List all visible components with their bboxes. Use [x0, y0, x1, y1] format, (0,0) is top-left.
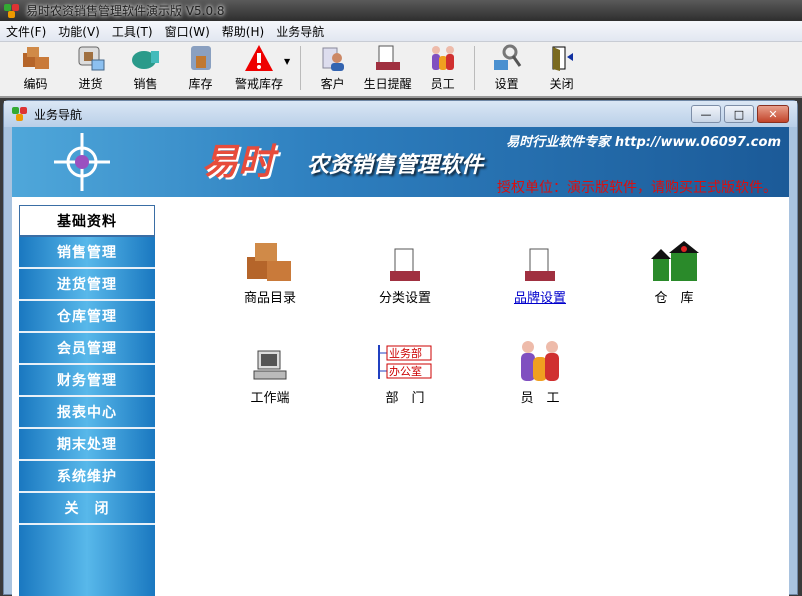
toolbar: 编码 进货 销售 库存 警戒库存 ▼ 客户 生日提醒 员工 设置 关闭	[0, 42, 802, 98]
toolbar-birthday-button[interactable]: 生日提醒	[360, 42, 415, 96]
banner: 易时 农资销售管理软件 易时行业软件专家 http://www.06097.co…	[12, 127, 789, 197]
dept-tag: 业务部	[389, 346, 422, 360]
exit-door-icon	[547, 43, 577, 73]
child-window-titlebar: 业务导航 — □ ✕	[4, 101, 797, 127]
printer-icon	[515, 235, 565, 283]
boxes-icon	[245, 235, 295, 283]
toolbar-customer-button[interactable]: 客户	[305, 42, 360, 96]
sidebar-item-purchase[interactable]: 进货管理	[19, 269, 155, 301]
sidebar-item-warehouse[interactable]: 仓库管理	[19, 301, 155, 333]
customer-icon	[318, 43, 348, 73]
window-icon	[12, 107, 28, 121]
sidebar-item-maintenance[interactable]: 系统维护	[19, 461, 155, 493]
item-brand-settings[interactable]: 品牌设置	[490, 235, 590, 306]
computer-icon	[245, 335, 295, 383]
warehouse-icon	[649, 235, 699, 283]
toolbar-inventory-button[interactable]: 库存	[173, 42, 228, 96]
sidebar-item-sales[interactable]: 销售管理	[19, 237, 155, 269]
menu-business-nav[interactable]: 业务导航	[270, 23, 330, 40]
banner-logo: 易时	[202, 142, 275, 183]
toolbar-code-button[interactable]: 编码	[8, 42, 63, 96]
sidebar-item-reports[interactable]: 报表中心	[19, 397, 155, 429]
license-notice: 授权单位：演示版软件，请购买正式版软件。	[497, 180, 777, 196]
sidebar: 基础资料 销售管理 进货管理 仓库管理 会员管理 财务管理 报表中心 期末处理 …	[19, 205, 155, 596]
people-icon	[515, 335, 565, 383]
banner-product-name: 农资销售管理软件	[307, 153, 484, 178]
sidebar-item-basic-data[interactable]: 基础资料	[19, 205, 155, 237]
dropdown-arrow-icon[interactable]: ▼	[284, 57, 290, 66]
money-bag-icon	[131, 43, 161, 73]
window-title: 易时农资销售管理软件演示版 V5.0.8	[26, 4, 225, 18]
minimize-button[interactable]: —	[691, 105, 721, 123]
safe-icon	[186, 43, 216, 73]
item-category-settings[interactable]: 分类设置	[355, 235, 455, 306]
menu-help[interactable]: 帮助(H)	[216, 23, 270, 40]
sidebar-item-close[interactable]: 关 闭	[19, 493, 155, 525]
app-icon	[4, 3, 20, 18]
scanner-icon	[76, 43, 106, 73]
toolbar-separator	[474, 46, 476, 90]
toolbar-purchase-button[interactable]: 进货	[63, 42, 118, 96]
menu-tools[interactable]: 工具(T)	[106, 23, 159, 40]
menu-bar: 文件(F) 功能(V) 工具(T) 窗口(W) 帮助(H) 业务导航	[0, 21, 802, 42]
close-button[interactable]: ✕	[757, 105, 789, 123]
menu-file[interactable]: 文件(F)	[0, 23, 52, 40]
item-product-catalog[interactable]: 商品目录	[220, 235, 320, 306]
org-chart-icon: 业务部 办公室	[375, 335, 435, 383]
boxes-icon	[21, 43, 51, 73]
item-staff[interactable]: 员 工	[490, 335, 590, 406]
toolbar-alert-stock-button[interactable]: 警戒库存	[228, 42, 290, 96]
business-nav-window: 业务导航 — □ ✕ 易时 农资销售管理软件 易时行业软件专家 http://w…	[3, 100, 798, 596]
nav-body: 基础资料 销售管理 进货管理 仓库管理 会员管理 财务管理 报表中心 期末处理 …	[12, 197, 789, 596]
crosshair-logo-icon	[54, 133, 110, 191]
dept-tag: 办公室	[389, 364, 422, 378]
warning-icon	[244, 43, 274, 73]
printer-icon	[380, 235, 430, 283]
people-icon	[428, 43, 458, 73]
printer-icon	[373, 43, 403, 73]
menu-function[interactable]: 功能(V)	[52, 23, 106, 40]
toolbar-settings-button[interactable]: 设置	[479, 42, 534, 96]
child-window-title: 业务导航	[34, 107, 83, 122]
sidebar-item-finance[interactable]: 财务管理	[19, 365, 155, 397]
sidebar-item-members[interactable]: 会员管理	[19, 333, 155, 365]
toolbar-sales-button[interactable]: 销售	[118, 42, 173, 96]
settings-tools-icon	[492, 43, 522, 73]
title-bar: 易时农资销售管理软件演示版 V5.0.8	[0, 0, 802, 21]
item-warehouse[interactable]: 仓 库	[624, 235, 724, 306]
toolbar-staff-button[interactable]: 员工	[415, 42, 470, 96]
item-workstation[interactable]: 工作端	[220, 335, 320, 406]
sidebar-item-period-end[interactable]: 期末处理	[19, 429, 155, 461]
banner-slogan: 易时行业软件专家 http://www.06097.com	[506, 135, 781, 150]
toolbar-separator	[300, 46, 302, 90]
maximize-button[interactable]: □	[724, 105, 754, 123]
menu-window[interactable]: 窗口(W)	[159, 23, 216, 40]
item-department[interactable]: 业务部 办公室部 门	[355, 335, 455, 406]
toolbar-close-button[interactable]: 关闭	[534, 42, 589, 96]
